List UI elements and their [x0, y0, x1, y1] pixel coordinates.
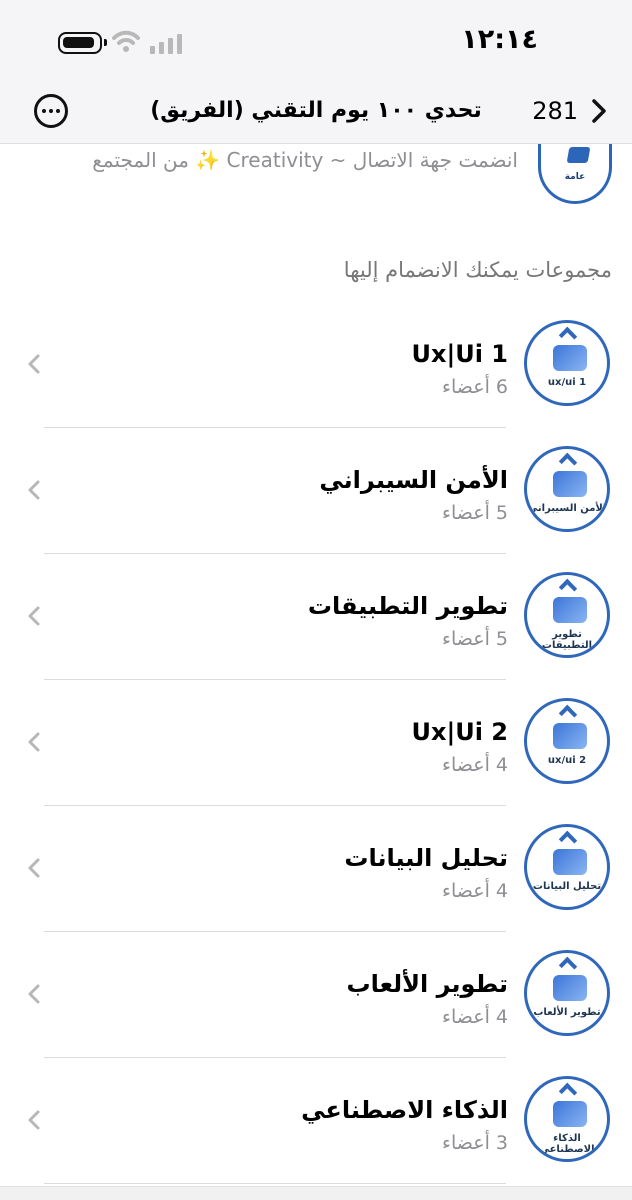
notice-text: انضمت جهة الاتصال ~ Creativity ✨ من المج… [92, 148, 518, 172]
team-logo-icon [558, 1082, 578, 1102]
team-logo-icon [558, 704, 578, 724]
top-bar: ١٢:١٤ تحدي ١٠٠ يوم التقني (الفريق) 281 [0, 0, 632, 144]
group-illustration-icon [553, 849, 587, 875]
row-chevron-icon [28, 1110, 40, 1130]
team-logo-icon [558, 956, 578, 976]
group-members: 5 أعضاء [442, 628, 508, 650]
team-logo-icon [558, 326, 578, 346]
group-members: 3 أعضاء [442, 1132, 508, 1154]
group-row[interactable]: تطوير التطبيقات تطوير التطبيقات 5 أعضاء [0, 554, 632, 680]
group-name: تطوير الألعاب [346, 970, 508, 998]
group-avatar: ux/ui 2 [524, 698, 610, 784]
group-illustration-icon [553, 975, 587, 1001]
group-avatar: ux/ui 1 [524, 320, 610, 406]
battery-icon [58, 32, 107, 54]
row-divider [44, 1183, 506, 1184]
bottom-edge [0, 1186, 632, 1200]
navigation-bar: تحدي ١٠٠ يوم التقني (الفريق) 281 [0, 82, 632, 140]
group-row[interactable]: ux/ui 1 Ux|Ui 1 6 أعضاء [0, 302, 632, 428]
group-avatar: تحليل البيانات [524, 824, 610, 910]
group-avatar: تطوير التطبيقات [524, 572, 610, 658]
group-row[interactable]: ux/ui 2 Ux|Ui 2 4 أعضاء [0, 680, 632, 806]
group-members: 6 أعضاء [442, 376, 508, 398]
group-name: الأمن السيبراني [319, 466, 508, 494]
group-avatar: تطوير الألعاب [524, 950, 610, 1036]
group-name: Ux|Ui 1 [411, 340, 508, 368]
team-logo-icon [558, 830, 578, 850]
community-avatar: عامة [538, 144, 612, 204]
wifi-icon [112, 30, 140, 52]
group-illustration-icon [553, 1101, 587, 1127]
group-row[interactable]: تطوير الألعاب تطوير الألعاب 4 أعضاء [0, 932, 632, 1058]
group-illustration-icon [553, 345, 587, 371]
group-row[interactable]: الذكاء الاصطناعي الذكاء الاصطناعي 3 أعضاء [0, 1058, 632, 1184]
row-chevron-icon [28, 732, 40, 752]
group-members: 4 أعضاء [442, 1006, 508, 1028]
status-time: ١٢:١٤ [461, 24, 538, 55]
group-name: تحليل البيانات [344, 844, 508, 872]
community-notice: عامة انضمت جهة الاتصال ~ Creativity ✨ من… [12, 144, 612, 204]
unread-count[interactable]: 281 [532, 97, 578, 125]
group-illustration-icon [553, 471, 587, 497]
group-row[interactable]: الأمن السيبراني الأمن السيبراني 5 أعضاء [0, 428, 632, 554]
group-illustration-icon [553, 597, 587, 623]
team-logo-icon [558, 578, 578, 598]
megaphone-icon [566, 147, 591, 163]
row-chevron-icon [28, 858, 40, 878]
group-name: الذكاء الاصطناعي [301, 1096, 508, 1124]
signal-icon [150, 32, 186, 54]
group-avatar: الأمن السيبراني [524, 446, 610, 532]
group-avatar: الذكاء الاصطناعي [524, 1076, 610, 1162]
group-members: 5 أعضاء [442, 502, 508, 524]
group-members: 4 أعضاء [442, 754, 508, 776]
group-members: 4 أعضاء [442, 880, 508, 902]
row-chevron-icon [28, 606, 40, 626]
group-name: Ux|Ui 2 [411, 718, 508, 746]
section-title: مجموعات يمكنك الانضمام إليها [343, 258, 612, 282]
group-name: تطوير التطبيقات [307, 592, 508, 620]
row-chevron-icon [28, 984, 40, 1004]
row-chevron-icon [28, 480, 40, 500]
back-chevron-icon[interactable] [586, 97, 612, 125]
row-chevron-icon [28, 354, 40, 374]
team-logo-icon [558, 452, 578, 472]
group-row[interactable]: تحليل البيانات تحليل البيانات 4 أعضاء [0, 806, 632, 932]
group-illustration-icon [553, 723, 587, 749]
